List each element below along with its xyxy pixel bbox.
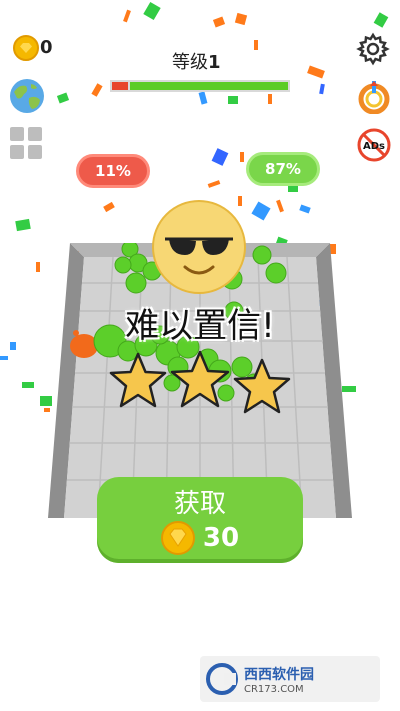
watermark-logo: 西西软件园 CR173.COM — [200, 656, 380, 702]
rating-stars — [109, 350, 291, 414]
star-icon — [233, 358, 291, 414]
cr-logo-icon — [206, 663, 238, 695]
watermark-domain: CR173.COM — [244, 683, 304, 695]
star-icon — [170, 350, 230, 408]
no-ads-icon[interactable]: ADs — [357, 128, 391, 162]
star-icon — [109, 352, 167, 408]
coin-count: 0 — [40, 37, 53, 58]
no-ads-label: ADs — [363, 141, 385, 152]
result-headline: 难以置信! — [125, 306, 275, 346]
left-percent-value: 11% — [95, 162, 131, 180]
level-title: 等级1 — [172, 48, 221, 74]
reward-amount: 30 — [202, 523, 240, 553]
coin-icon — [160, 521, 195, 555]
reward-row: 30 — [97, 521, 303, 555]
level-progress-green — [130, 82, 288, 90]
gear-icon[interactable] — [356, 32, 390, 66]
level-progress-bar — [110, 80, 290, 92]
level-prefix: 等级 — [172, 52, 208, 73]
watermark-text-group: 西西软件园 CR173.COM — [244, 664, 314, 695]
right-percent-value: 87% — [265, 160, 301, 178]
rate-icon[interactable] — [357, 80, 391, 114]
sunglasses-emoji-icon — [152, 200, 246, 294]
claim-label: 获取 — [173, 489, 226, 519]
grid-menu-icon[interactable] — [9, 126, 43, 160]
watermark-brand: 西西软件园 — [244, 666, 314, 683]
coin-icon — [13, 35, 39, 61]
globe-icon[interactable] — [9, 78, 45, 114]
level-progress-red — [112, 82, 128, 90]
level-number: 1 — [208, 52, 221, 73]
left-percent-badge: 11% — [76, 154, 150, 188]
right-percent-badge: 87% — [246, 152, 320, 186]
claim-reward-button[interactable]: 获取 30 — [97, 477, 303, 563]
